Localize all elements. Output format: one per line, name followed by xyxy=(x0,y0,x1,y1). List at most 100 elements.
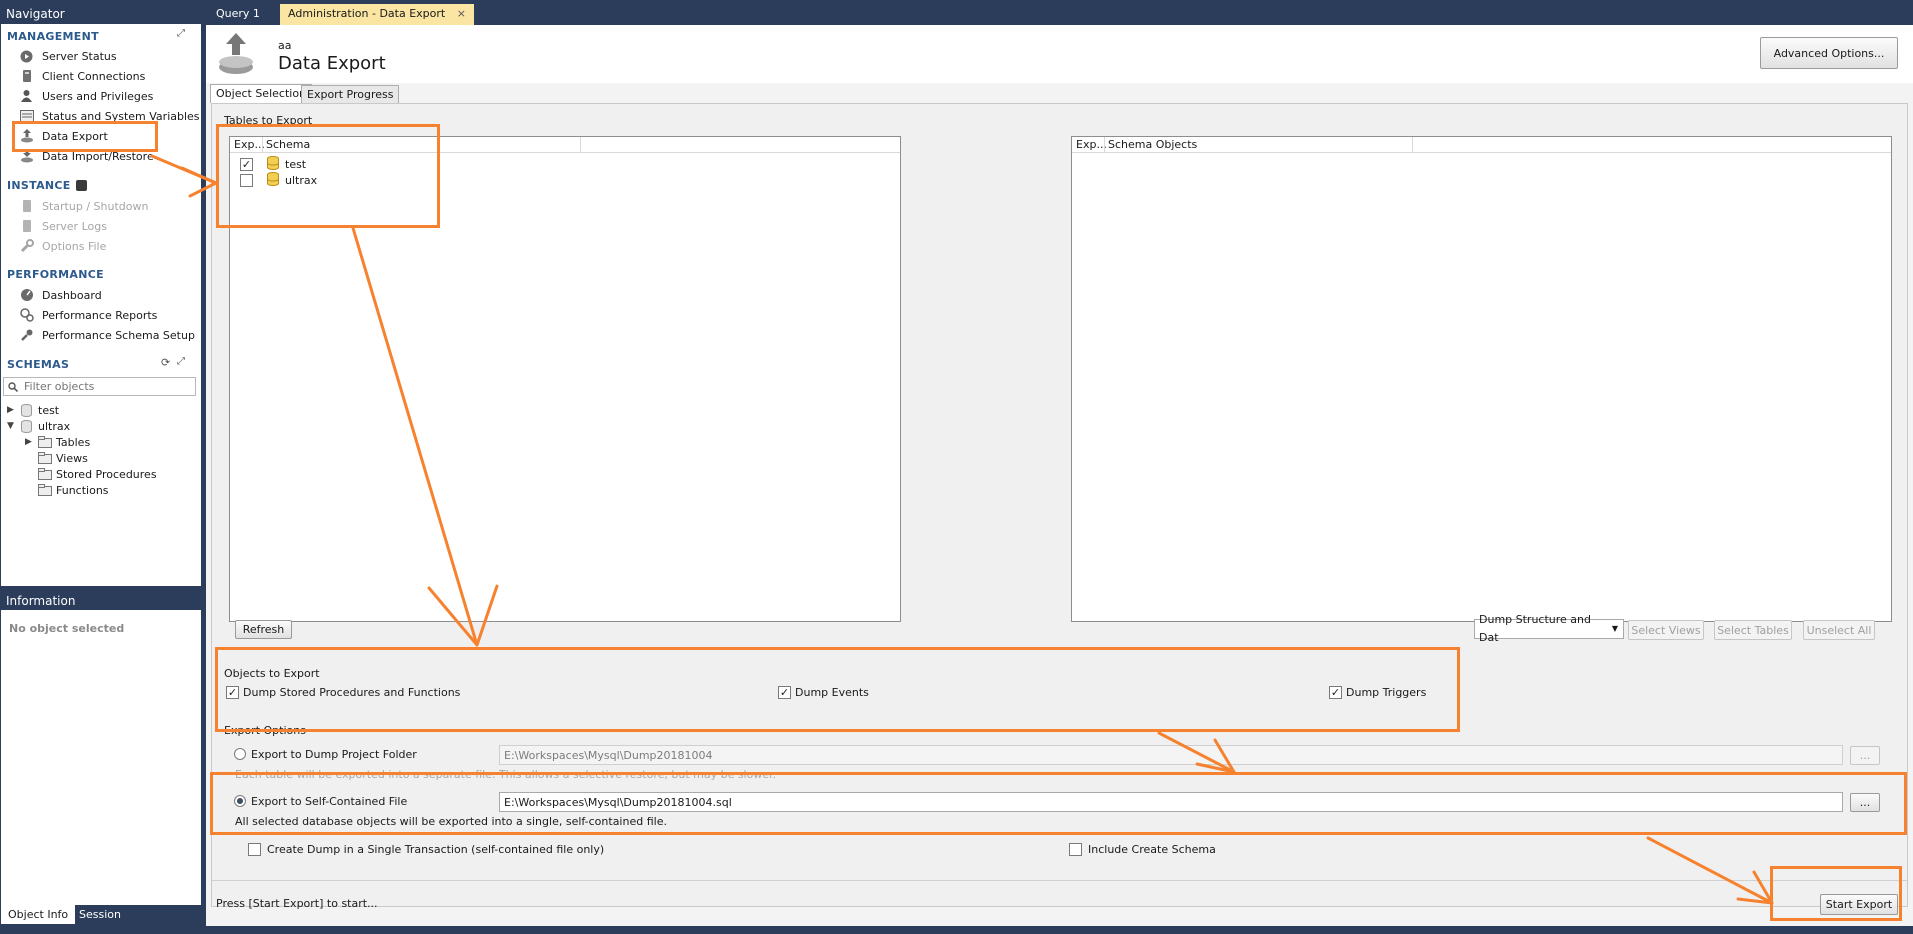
tree-label: Views xyxy=(56,451,88,465)
tab-session[interactable]: Session xyxy=(72,905,128,924)
close-icon[interactable]: × xyxy=(457,7,466,20)
tree-item-tables[interactable]: ▶ Tables xyxy=(25,434,90,450)
option-label: Create Dump in a Single Transaction (sel… xyxy=(267,842,605,856)
schema-name: test xyxy=(38,403,60,417)
unselect-all-button[interactable]: Unselect All xyxy=(1803,620,1875,640)
maximize-icon[interactable]: ⤢ xyxy=(177,28,185,39)
dump-type-select[interactable]: Dump Structure and Dat ▼ xyxy=(1474,613,1624,644)
tree-label: Functions xyxy=(56,483,109,497)
option-label: Export to Dump Project Folder xyxy=(251,747,417,761)
server-logs-icon xyxy=(19,219,34,234)
collapse-arrow-icon[interactable]: ▼ xyxy=(7,421,17,431)
tree-item-views[interactable]: Views xyxy=(37,450,88,466)
dump-type-value: Dump Structure and Dat xyxy=(1479,613,1591,644)
refresh-button[interactable]: Refresh xyxy=(235,620,292,639)
folder-icon xyxy=(37,451,52,465)
section-instance-label: INSTANCE xyxy=(7,179,71,192)
column-schema-objects[interactable]: Schema Objects xyxy=(1108,138,1197,151)
schema-objects-list[interactable]: Exp... Schema Objects xyxy=(1071,136,1892,622)
users-icon xyxy=(19,89,34,104)
chevron-down-icon: ▼ xyxy=(1611,624,1618,633)
select-views-button[interactable]: Select Views xyxy=(1628,620,1704,640)
include-create-schema-checkbox[interactable] xyxy=(1069,842,1082,856)
tab-data-export[interactable]: Administration - Data Export × xyxy=(280,4,474,25)
wrench-icon xyxy=(19,239,34,254)
information-body: No object selected xyxy=(1,610,201,905)
tree-label: Tables xyxy=(56,435,91,449)
document-tab-bar: Query 1 Administration - Data Export × xyxy=(206,0,1913,25)
tree-item-functions[interactable]: Functions xyxy=(37,482,109,498)
info-tabs: Object Info Session xyxy=(0,905,203,927)
export-folder-option[interactable]: Export to Dump Project Folder xyxy=(234,746,417,762)
annotation-box-export-file xyxy=(210,772,1907,835)
schema-name: ultrax xyxy=(38,419,71,433)
expand-arrow-icon[interactable]: ▶ xyxy=(25,437,35,447)
tree-label: Stored Procedures xyxy=(56,467,157,481)
server-status-icon xyxy=(19,49,34,64)
footer-divider xyxy=(212,880,1907,881)
schema-tree-item-ultrax[interactable]: ▼ ultrax xyxy=(7,418,70,434)
connection-name: aa xyxy=(278,39,292,52)
schema-setup-icon xyxy=(19,328,34,343)
startup-icon xyxy=(19,199,34,214)
tab-object-selection[interactable]: Object Selection xyxy=(210,84,313,103)
tab-label: Administration - Data Export xyxy=(288,7,446,20)
nav-label: Users and Privileges xyxy=(42,89,154,103)
nav-item-client-connections[interactable]: Client Connections xyxy=(19,67,145,85)
database-icon xyxy=(19,419,34,433)
nav-item-options-file[interactable]: Options File xyxy=(19,237,106,255)
export-header-icon xyxy=(218,33,254,78)
advanced-options-button[interactable]: Advanced Options... xyxy=(1760,37,1898,69)
single-transaction-checkbox[interactable] xyxy=(248,842,261,856)
export-folder-radio[interactable] xyxy=(234,748,246,760)
single-transaction-option[interactable]: Create Dump in a Single Transaction (sel… xyxy=(248,841,604,857)
instance-status-icon xyxy=(75,180,87,191)
refresh-schemas-icon[interactable]: ⟳ xyxy=(161,356,170,369)
client-connections-icon xyxy=(19,69,34,84)
reports-icon xyxy=(19,308,34,323)
nav-item-dashboard[interactable]: Dashboard xyxy=(19,286,102,304)
nav-item-server-status[interactable]: Server Status xyxy=(19,47,117,65)
browse-folder-button[interactable]: ... xyxy=(1850,746,1880,765)
tab-object-info[interactable]: Object Info xyxy=(1,905,76,924)
nav-label: Server Status xyxy=(42,49,117,63)
maximize-schemas-icon[interactable]: ⤢ xyxy=(177,356,185,367)
section-schemas: SCHEMAS xyxy=(7,358,70,371)
schema-tree-item-test[interactable]: ▶ test xyxy=(7,402,59,418)
annotation-box-schema-list xyxy=(216,124,440,228)
option-label: Include Create Schema xyxy=(1088,842,1216,856)
nav-item-startup[interactable]: Startup / Shutdown xyxy=(19,197,148,215)
section-management: MANAGEMENT xyxy=(7,30,99,43)
navigator-body: ⤢ MANAGEMENT Server Status Client Connec… xyxy=(1,24,201,586)
nav-label: Server Logs xyxy=(42,219,107,233)
tree-item-stored-procedures[interactable]: Stored Procedures xyxy=(37,466,157,482)
include-create-schema-option[interactable]: Include Create Schema xyxy=(1069,841,1216,857)
search-icon xyxy=(4,381,22,392)
nav-label: Client Connections xyxy=(42,69,146,83)
folder-icon xyxy=(37,435,52,449)
select-tables-button[interactable]: Select Tables xyxy=(1714,620,1792,640)
expand-arrow-icon[interactable]: ▶ xyxy=(7,405,17,415)
filter-objects-input[interactable] xyxy=(22,378,190,395)
nav-label: Performance Reports xyxy=(42,308,158,322)
annotation-box-data-export xyxy=(12,121,158,152)
tab-export-progress[interactable]: Export Progress xyxy=(301,85,400,103)
nav-item-server-logs[interactable]: Server Logs xyxy=(19,217,107,235)
column-divider xyxy=(1104,137,1105,152)
nav-label: Options File xyxy=(42,239,107,253)
nav-label: Startup / Shutdown xyxy=(42,199,149,213)
page-title: Data Export xyxy=(278,53,386,74)
information-title: Information xyxy=(0,592,203,610)
schema-objects-header: Exp... Schema Objects xyxy=(1072,137,1891,153)
nav-item-users-privileges[interactable]: Users and Privileges xyxy=(19,87,153,105)
folder-icon xyxy=(37,483,52,497)
column-export[interactable]: Exp... xyxy=(1076,138,1107,151)
folder-path-input[interactable] xyxy=(499,745,1843,765)
nav-item-performance-reports[interactable]: Performance Reports xyxy=(19,306,157,324)
status-text: Press [Start Export] to start... xyxy=(216,897,378,910)
nav-label: Dashboard xyxy=(42,288,102,302)
no-object-selected: No object selected xyxy=(9,622,125,635)
annotation-box-start-export xyxy=(1770,866,1902,921)
nav-item-performance-schema-setup[interactable]: Performance Schema Setup xyxy=(19,326,195,344)
tab-query-1[interactable]: Query 1 xyxy=(208,4,268,25)
